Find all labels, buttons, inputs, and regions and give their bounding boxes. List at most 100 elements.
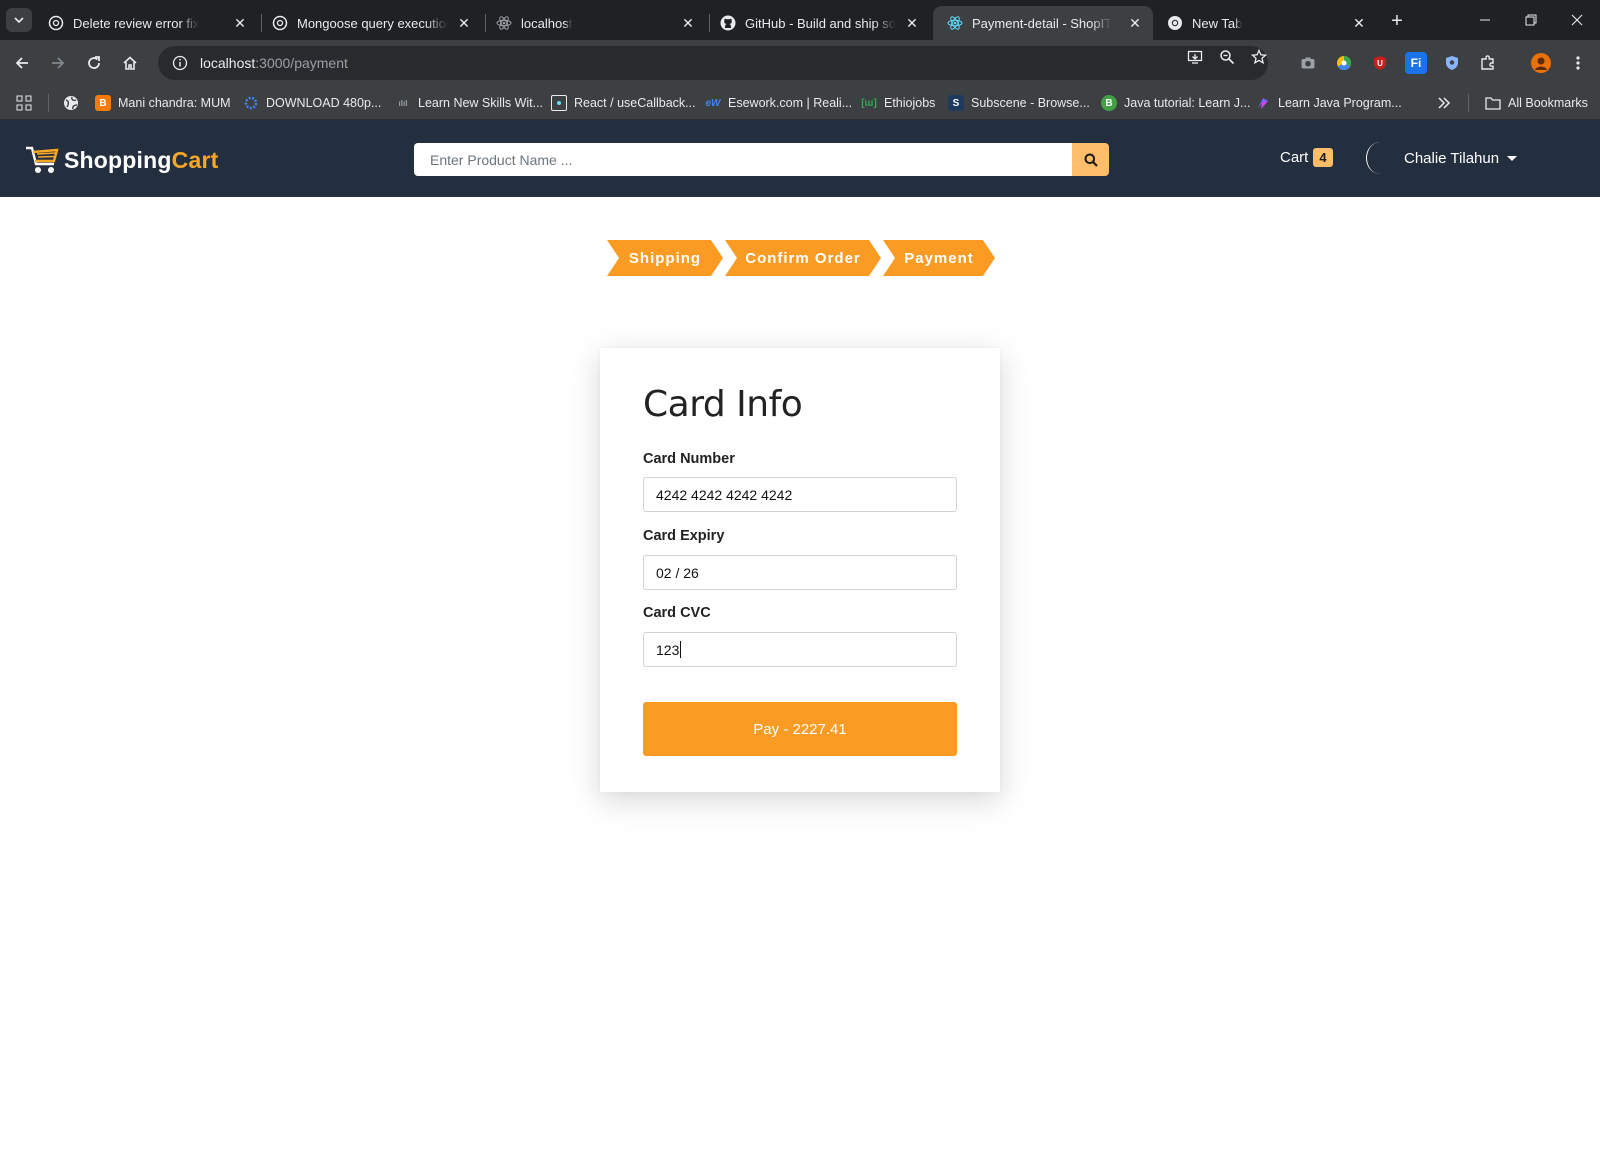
bookmark-item[interactable]: B Mani chandra: MUM <box>95 94 231 112</box>
bookmark-label: Java tutorial: Learn J... <box>1124 96 1251 110</box>
site-header: ShoppingCart Cart 4 Chalie Tilahun <box>0 120 1600 197</box>
bookmark-label: Esework.com | Reali... <box>728 96 853 110</box>
tab-title: Delete review error fix <box>73 15 200 31</box>
tab-new-tab[interactable]: New Tab ✕ <box>1153 6 1377 40</box>
logo-text: ShoppingCart <box>64 147 218 174</box>
bookmark-label: Ethiojobs <box>884 96 936 110</box>
tab-search-button[interactable] <box>6 8 32 32</box>
home-button[interactable] <box>116 49 144 77</box>
arrow-right-icon <box>52 57 65 69</box>
home-icon <box>123 56 137 70</box>
tab-title: GitHub - Build and ship software <box>745 15 896 31</box>
restore-icon <box>1525 14 1537 26</box>
step-shipping[interactable]: Shipping <box>607 240 723 276</box>
tab-payment-detail[interactable]: Payment-detail - ShopIT ✕ <box>933 6 1153 40</box>
bookmark-label: DOWNLOAD 480p... <box>266 96 382 110</box>
shield-extension-icon[interactable] <box>1441 52 1463 74</box>
card-cvc-label: Card CVC <box>643 605 711 621</box>
close-icon[interactable]: ✕ <box>232 15 248 31</box>
fi-label-icon: Fi <box>1410 56 1422 70</box>
close-window-button[interactable] <box>1562 6 1592 34</box>
card-expiry-label: Card Expiry <box>643 528 725 544</box>
bookmark-divider <box>48 94 49 112</box>
zoom-icon[interactable] <box>1219 49 1235 65</box>
logo-shop-text: Shopping <box>64 146 172 173</box>
step-label: Payment <box>904 249 974 267</box>
more-bookmarks-icon[interactable] <box>1437 94 1451 112</box>
cart-label: Cart <box>1280 149 1309 166</box>
forward-button[interactable] <box>44 49 72 77</box>
close-icon[interactable]: ✕ <box>1351 15 1367 31</box>
ublock-icon[interactable]: U <box>1369 52 1391 74</box>
bookmark-item[interactable]: React / useCallback... <box>551 94 696 112</box>
tab-delete-review[interactable]: Delete review error fix ✕ <box>34 6 258 40</box>
tab-mongoose[interactable]: Mongoose query execution error ✕ <box>258 6 482 40</box>
restore-button[interactable] <box>1516 6 1546 34</box>
url-host: localhost <box>200 55 256 71</box>
extensions-puzzle-icon[interactable] <box>1477 52 1499 74</box>
openai-icon <box>272 15 288 31</box>
checkout-steps: Shipping Confirm Order Payment <box>607 240 995 276</box>
logo-cart-text: Cart <box>171 146 219 173</box>
card-number-value: 4242 4242 4242 4242 <box>656 486 793 503</box>
card-expiry-field[interactable]: 02 / 26 <box>643 555 957 590</box>
all-bookmarks[interactable]: All Bookmarks <box>1485 94 1588 112</box>
card-number-label: Card Number <box>643 451 735 467</box>
globe-bookmark-icon[interactable] <box>63 94 79 112</box>
pay-button[interactable]: Pay - 2227.41 <box>643 702 957 756</box>
card-number-field[interactable]: 4242 4242 4242 4242 <box>643 477 957 512</box>
bookmark-item[interactable]: ılıl Learn New Skills Wit... <box>395 94 543 112</box>
avatar <box>1366 142 1394 174</box>
search-icon <box>1084 153 1098 167</box>
search-button[interactable] <box>1072 143 1109 176</box>
all-bookmarks-label: All Bookmarks <box>1508 96 1588 110</box>
close-icon[interactable]: ✕ <box>680 15 696 31</box>
user-menu[interactable]: Chalie Tilahun <box>1366 142 1518 174</box>
site-logo[interactable]: ShoppingCart <box>24 144 218 176</box>
tab-localhost[interactable]: localhost ✕ <box>482 6 706 40</box>
card-cvc-field[interactable]: 123 <box>643 632 957 667</box>
openai-icon <box>48 15 64 31</box>
close-icon[interactable]: ✕ <box>456 15 472 31</box>
folder-icon <box>1485 95 1501 111</box>
color-extension-icon[interactable] <box>1333 52 1355 74</box>
bookmark-item[interactable]: Learn Java Program... <box>1255 94 1402 112</box>
text-cursor <box>680 641 682 658</box>
step-label: Confirm Order <box>745 249 861 267</box>
plus-icon: + <box>1391 10 1403 32</box>
minimize-button[interactable] <box>1470 6 1500 34</box>
cart-link[interactable]: Cart 4 <box>1280 148 1333 167</box>
github-icon <box>720 15 736 31</box>
close-icon[interactable]: ✕ <box>904 15 920 31</box>
step-label: Shipping <box>628 249 702 267</box>
fi-extension-icon[interactable]: Fi <box>1405 52 1427 74</box>
bookmark-item[interactable]: eW Esework.com | Reali... <box>705 94 853 112</box>
browser-toolbar: localhost:3000/payment U Fi <box>0 40 1600 86</box>
react-icon <box>947 15 963 31</box>
tab-github[interactable]: GitHub - Build and ship software ✕ <box>706 6 930 40</box>
bookmark-item[interactable]: B Java tutorial: Learn J... <box>1101 94 1250 112</box>
tab-title: Payment-detail - ShopIT <box>972 15 1113 31</box>
bookmark-item[interactable]: S Subscene - Browse... <box>948 94 1090 112</box>
bookmarks-bar: B Mani chandra: MUM DOWNLOAD 480p... ılı… <box>0 86 1600 120</box>
search-input[interactable] <box>414 143 1072 176</box>
bookmark-item[interactable]: [ɯ] Ethiojobs <box>861 94 935 112</box>
step-confirm-order[interactable]: Confirm Order <box>725 240 881 276</box>
back-button[interactable] <box>8 49 36 77</box>
camera-extension-icon[interactable] <box>1297 52 1319 74</box>
bookmark-item[interactable]: DOWNLOAD 480p... <box>243 94 381 112</box>
tab-title: Mongoose query execution error <box>297 15 448 31</box>
close-icon[interactable]: ✕ <box>1127 15 1143 31</box>
profile-avatar-icon[interactable] <box>1530 52 1552 74</box>
ethiojobs-icon: [ɯ] <box>861 97 877 109</box>
install-app-icon[interactable] <box>1187 49 1203 65</box>
reload-button[interactable] <box>80 49 108 77</box>
shopping-cart-logo-icon <box>26 146 59 173</box>
apps-grid-icon[interactable] <box>16 94 32 112</box>
kebab-menu-icon[interactable] <box>1567 52 1589 74</box>
star-icon[interactable] <box>1251 49 1267 65</box>
address-bar[interactable]: localhost:3000/payment <box>158 46 1268 80</box>
step-payment[interactable]: Payment <box>883 240 995 276</box>
react-doc-icon <box>551 95 567 111</box>
new-tab-button[interactable]: + <box>1384 8 1410 34</box>
